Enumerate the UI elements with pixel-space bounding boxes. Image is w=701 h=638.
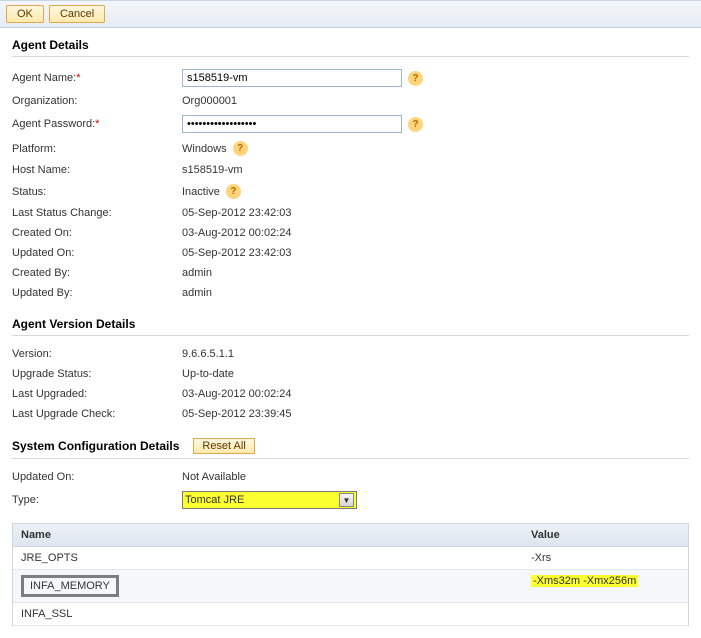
- organization-label: Organization:: [12, 95, 182, 107]
- type-select[interactable]: Tomcat JRE ▼: [182, 491, 357, 509]
- col-header-value: Value: [523, 524, 688, 546]
- cell-value: -Xms32m -Xmx256m: [523, 570, 688, 602]
- created-on-label: Created On:: [12, 227, 182, 239]
- updated-on-value: 05-Sep-2012 23:42:03: [182, 247, 291, 259]
- reset-all-button[interactable]: Reset All: [193, 438, 254, 454]
- upgrade-status-value: Up-to-date: [182, 368, 234, 380]
- updated-by-label: Updated By:: [12, 287, 182, 299]
- organization-value: Org000001: [182, 95, 237, 107]
- last-upgrade-check-label: Last Upgrade Check:: [12, 408, 182, 420]
- status-label: Status:: [12, 186, 182, 198]
- config-grid: Name Value JRE_OPTS -Xrs INFA_MEMORY -Xm…: [12, 523, 689, 626]
- help-icon[interactable]: ?: [233, 141, 248, 156]
- help-icon[interactable]: ?: [408, 71, 423, 86]
- table-row[interactable]: INFA_SSL: [13, 603, 688, 626]
- last-upgraded-label: Last Upgraded:: [12, 388, 182, 400]
- platform-label: Platform:: [12, 143, 182, 155]
- updated-by-value: admin: [182, 287, 212, 299]
- last-upgrade-check-value: 05-Sep-2012 23:39:45: [182, 408, 291, 420]
- version-value: 9.6.6.5.1.1: [182, 348, 234, 360]
- type-select-value: Tomcat JRE: [185, 494, 244, 506]
- ok-button[interactable]: OK: [6, 5, 44, 23]
- agent-password-label: Agent Password:*: [12, 118, 182, 130]
- table-row[interactable]: JRE_OPTS -Xrs: [13, 547, 688, 570]
- table-row[interactable]: INFA_MEMORY -Xms32m -Xmx256m: [13, 570, 688, 603]
- cell-value: [523, 603, 688, 625]
- agent-details-title: Agent Details: [12, 38, 689, 57]
- cancel-button[interactable]: Cancel: [49, 5, 105, 23]
- cell-value: -Xrs: [523, 547, 688, 569]
- created-by-value: admin: [182, 267, 212, 279]
- syscfg-updated-on-label: Updated On:: [12, 471, 182, 483]
- col-header-name: Name: [13, 524, 523, 546]
- action-toolbar: OK Cancel: [0, 0, 701, 28]
- platform-value: Windows: [182, 143, 227, 155]
- updated-on-label: Updated On:: [12, 247, 182, 259]
- cell-name: INFA_SSL: [13, 603, 523, 625]
- chevron-down-icon: ▼: [339, 493, 354, 507]
- last-status-change-label: Last Status Change:: [12, 207, 182, 219]
- syscfg-updated-on-value: Not Available: [182, 471, 246, 483]
- type-label: Type:: [12, 494, 182, 506]
- last-status-change-value: 05-Sep-2012 23:42:03: [182, 207, 291, 219]
- agent-version-details-title: Agent Version Details: [12, 317, 689, 336]
- help-icon[interactable]: ?: [408, 117, 423, 132]
- host-name-label: Host Name:: [12, 164, 182, 176]
- cell-name: INFA_MEMORY: [13, 570, 523, 602]
- status-value: Inactive: [182, 186, 220, 198]
- agent-password-input[interactable]: [182, 115, 402, 133]
- agent-name-label: Agent Name:*: [12, 72, 182, 84]
- version-label: Version:: [12, 348, 182, 360]
- upgrade-status-label: Upgrade Status:: [12, 368, 182, 380]
- created-by-label: Created By:: [12, 267, 182, 279]
- created-on-value: 03-Aug-2012 00:02:24: [182, 227, 291, 239]
- cell-name: JRE_OPTS: [13, 547, 523, 569]
- help-icon[interactable]: ?: [226, 184, 241, 199]
- agent-name-input[interactable]: [182, 69, 402, 87]
- host-name-value: s158519-vm: [182, 164, 243, 176]
- last-upgraded-value: 03-Aug-2012 00:02:24: [182, 388, 291, 400]
- system-config-title: System Configuration Details Reset All: [12, 438, 689, 459]
